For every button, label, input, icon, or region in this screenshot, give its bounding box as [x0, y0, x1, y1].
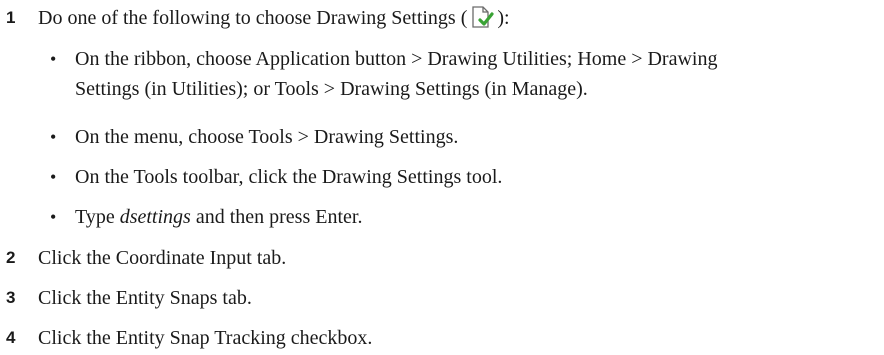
step-text: Click the Entity Snap Tracking checkbox. — [38, 327, 373, 349]
bullet-item: • On the ribbon, choose Application butt… — [0, 44, 884, 104]
bullet-icon: • — [50, 127, 57, 147]
command-name: dsettings — [119, 206, 191, 228]
step-number: 4 — [6, 328, 16, 347]
bullet-text: On the Tools toolbar, click the Drawing … — [75, 166, 503, 188]
bullet-line-2: Settings (in Utilities); or Tools > Draw… — [75, 78, 588, 100]
step-number: 1 — [6, 8, 16, 27]
bullet-icon: • — [50, 49, 57, 69]
step-text: Click the Entity Snaps tab. — [38, 287, 252, 309]
instruction-document: 1 Do one of the following to choose Draw… — [0, 0, 884, 355]
bullet-text: On the ribbon, choose Application button… — [75, 44, 875, 104]
step-number: 2 — [6, 248, 16, 267]
step-text: Do one of the following to choose Drawin… — [38, 3, 510, 38]
step-text: Click the Coordinate Input tab. — [38, 247, 287, 269]
bullet-icon: • — [50, 207, 57, 227]
step-text-tail: ): — [497, 7, 510, 29]
drawing-settings-icon — [469, 5, 495, 38]
step-text-lead: Do one of the following to choose Drawin… — [38, 7, 468, 29]
step-number: 3 — [6, 288, 16, 307]
bullet-icon: • — [50, 167, 57, 187]
bullet-line-1: On the ribbon, choose Application button… — [75, 48, 718, 70]
bullet-text: Type dsettings and then press Enter. — [75, 202, 875, 232]
bullet-suffix: and then press Enter. — [190, 206, 363, 228]
bullet-prefix: Type — [75, 206, 120, 228]
bullet-text: On the menu, choose Tools > Drawing Sett… — [75, 126, 459, 148]
